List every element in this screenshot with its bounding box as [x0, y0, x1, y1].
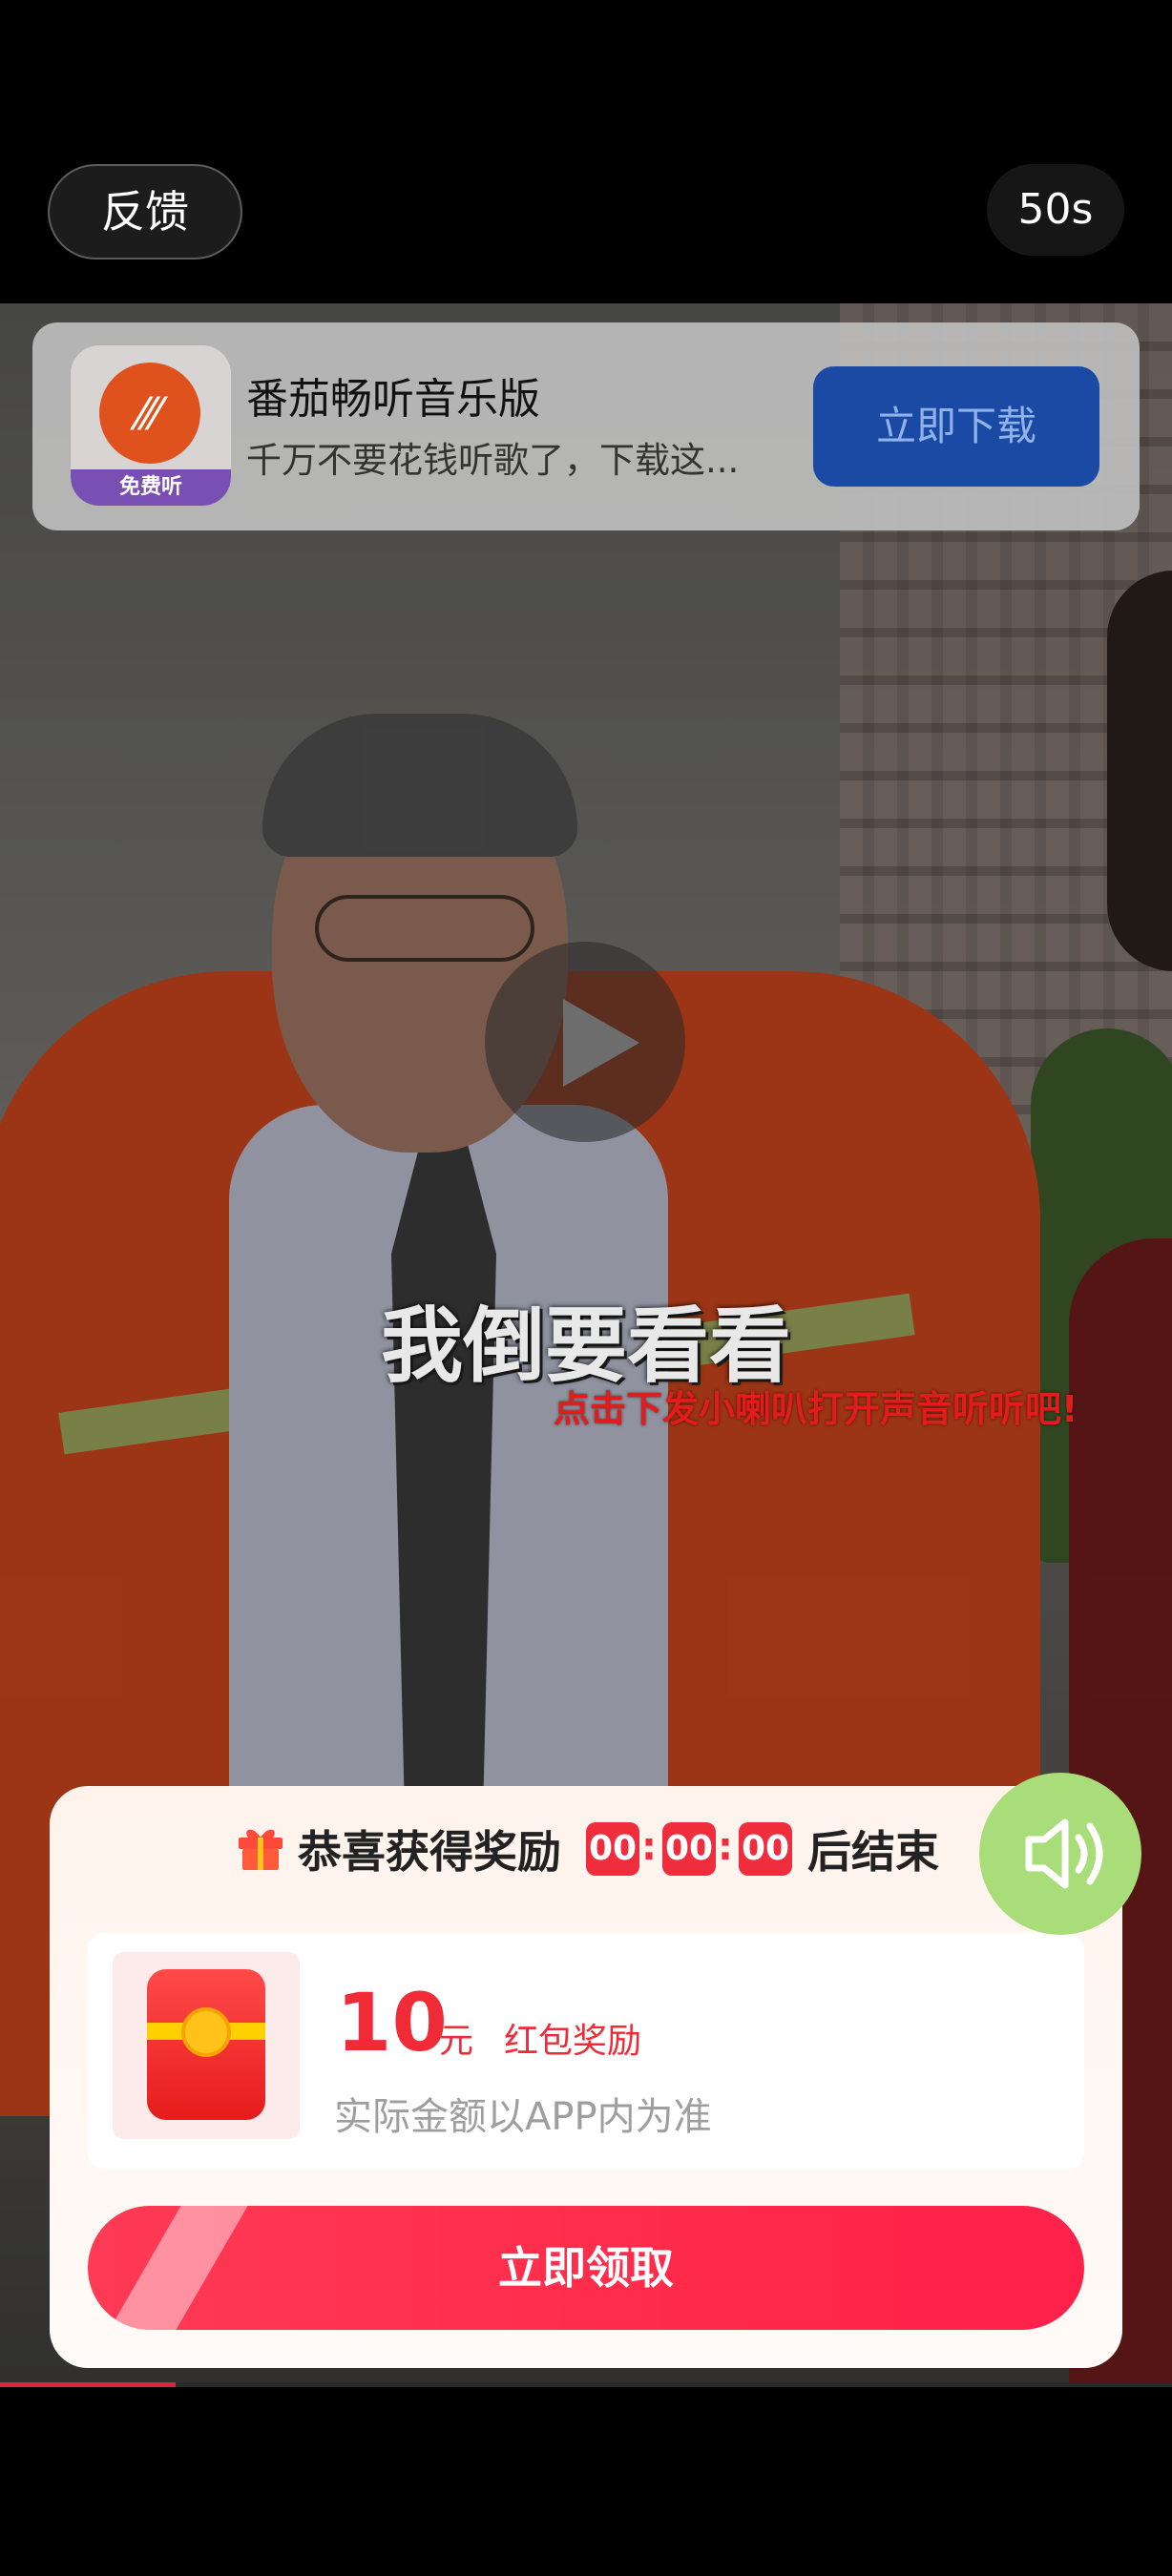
- sound-toggle-button[interactable]: [979, 1773, 1141, 1935]
- speaker-icon: [1025, 1818, 1103, 1889]
- video-progress-track: [0, 2382, 1172, 2387]
- download-button[interactable]: 立即下载: [813, 366, 1099, 487]
- app-description: 千万不要花钱听歌了，下载这...: [246, 440, 740, 481]
- countdown-colon: :: [641, 1825, 657, 1869]
- reward-note: 实际金额以APP内为准: [334, 2095, 712, 2139]
- button-shine: [109, 2206, 248, 2330]
- sound-hint: 点击下发小喇叭打开声音听听吧!: [554, 1388, 1078, 1430]
- countdown-seconds: 00: [739, 1822, 792, 1876]
- video-progress-fill: [0, 2382, 176, 2387]
- countdown-colon: :: [718, 1825, 733, 1869]
- claim-button[interactable]: 立即领取: [88, 2206, 1084, 2330]
- ad-countdown: 50s: [987, 164, 1124, 256]
- countdown-suffix: 后结束: [807, 1826, 939, 1878]
- reward-title: 恭喜获得奖励: [298, 1826, 561, 1878]
- countdown-hours: 00: [586, 1822, 639, 1876]
- app-title: 番茄畅听音乐版: [246, 375, 540, 424]
- reward-label: 红包奖励: [504, 2022, 642, 2061]
- play-icon[interactable]: [485, 942, 685, 1142]
- claim-button-label: 立即领取: [498, 2242, 674, 2294]
- app-icon-tag: 免费听: [71, 469, 231, 506]
- envelope-coin: [181, 2007, 231, 2057]
- reward-amount: 10: [336, 1976, 448, 2069]
- countdown-minutes: 00: [662, 1822, 716, 1876]
- app-logo-mark: ⁄⁄⁄: [137, 388, 160, 440]
- reward-unit: 元: [439, 2022, 474, 2061]
- gift-icon: [239, 1829, 283, 1870]
- app-icon[interactable]: ⁄⁄⁄ 免费听: [71, 345, 231, 506]
- feedback-button[interactable]: 反馈: [48, 164, 242, 260]
